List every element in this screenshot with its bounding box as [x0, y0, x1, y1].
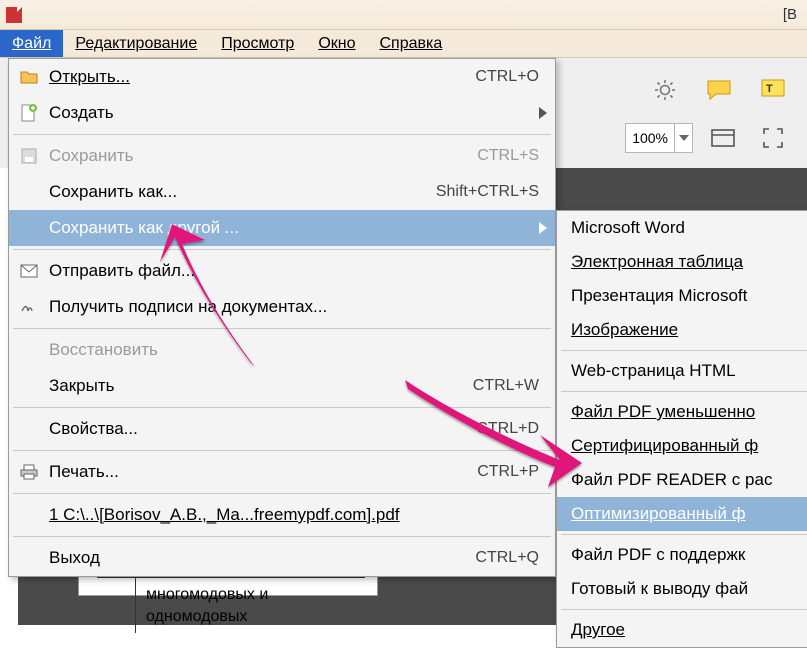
submenu-spreadsheet[interactable]: Электронная таблица [557, 245, 807, 279]
window-title: [В [783, 6, 801, 23]
menu-close[interactable]: Закрыть CTRL+W [9, 368, 555, 404]
app-pdf-icon [6, 7, 22, 23]
submenu-image[interactable]: Изображение [557, 313, 807, 347]
submenu-pdf-output[interactable]: Готовый к выводу фай [557, 572, 807, 606]
submenu-pdf-reader[interactable]: Файл PDF READER с рас [557, 463, 807, 497]
menu-file[interactable]: Файл [0, 30, 63, 57]
folder-open-icon [19, 67, 39, 87]
svg-text:T: T [766, 83, 773, 95]
file-menu-dropdown: Открыть... CTRL+O Создать Сохранить CTRL… [8, 58, 556, 577]
zoom-value: 100% [626, 130, 674, 146]
submenu-web[interactable]: Web-страница HTML [557, 354, 807, 388]
menu-save-as-other[interactable]: Сохранить как другой ... [9, 210, 555, 246]
title-bar: [В [0, 0, 807, 30]
menu-save-as[interactable]: Сохранить как... Shift+CTRL+S [9, 174, 555, 210]
menu-send[interactable]: Отправить файл... [9, 253, 555, 289]
submenu-other[interactable]: Другое [557, 613, 807, 647]
menu-open[interactable]: Открыть... CTRL+O [9, 59, 555, 95]
save-icon [19, 146, 39, 166]
menu-print[interactable]: Печать... CTRL+P [9, 454, 555, 490]
submenu-pdf-optimized[interactable]: Оптимизированный ф [557, 497, 807, 531]
menu-exit[interactable]: Выход CTRL+Q [9, 540, 555, 576]
mail-icon [19, 261, 39, 281]
submenu-pdf-certified[interactable]: Сертифицированный ф [557, 429, 807, 463]
submenu-arrow-icon [539, 107, 547, 119]
menu-recent-file[interactable]: 1 C:\..\[Borisov_A.B.,_Ma...freemypdf.co… [9, 497, 555, 533]
submenu-pdf-support[interactable]: Файл PDF с поддержк [557, 538, 807, 572]
menu-save: Сохранить CTRL+S [9, 138, 555, 174]
menu-help[interactable]: Справка [368, 30, 455, 57]
customize-icon[interactable] [645, 70, 685, 110]
menu-edit[interactable]: Редактирование [63, 30, 209, 57]
submenu-arrow-icon [539, 222, 547, 234]
highlight-icon[interactable]: T [753, 70, 793, 110]
menu-bar: Файл Редактирование Просмотр Окно Справк… [0, 30, 807, 58]
menu-restore: Восстановить [9, 332, 555, 368]
menu-get-signatures[interactable]: Получить подписи на документах... [9, 289, 555, 325]
fit-icon[interactable] [753, 118, 793, 158]
menu-create[interactable]: Создать [9, 95, 555, 131]
signature-icon [19, 297, 39, 317]
zoom-dropdown-icon[interactable] [674, 124, 692, 152]
document-new-icon [19, 103, 39, 123]
menu-view[interactable]: Просмотр [209, 30, 306, 57]
save-as-other-submenu: Microsoft Word Электронная таблица Презе… [556, 210, 807, 648]
zoom-combo[interactable]: 100% [625, 123, 693, 153]
comment-icon[interactable] [699, 70, 739, 110]
submenu-word[interactable]: Microsoft Word [557, 211, 807, 245]
submenu-powerpoint[interactable]: Презентация Microsoft [557, 279, 807, 313]
printer-icon [19, 462, 39, 482]
submenu-pdf-reduced[interactable]: Файл PDF уменьшенно [557, 395, 807, 429]
menu-properties[interactable]: Свойства... CTRL+D [9, 411, 555, 447]
menu-window[interactable]: Окно [306, 30, 367, 57]
layout-icon[interactable] [703, 118, 743, 158]
